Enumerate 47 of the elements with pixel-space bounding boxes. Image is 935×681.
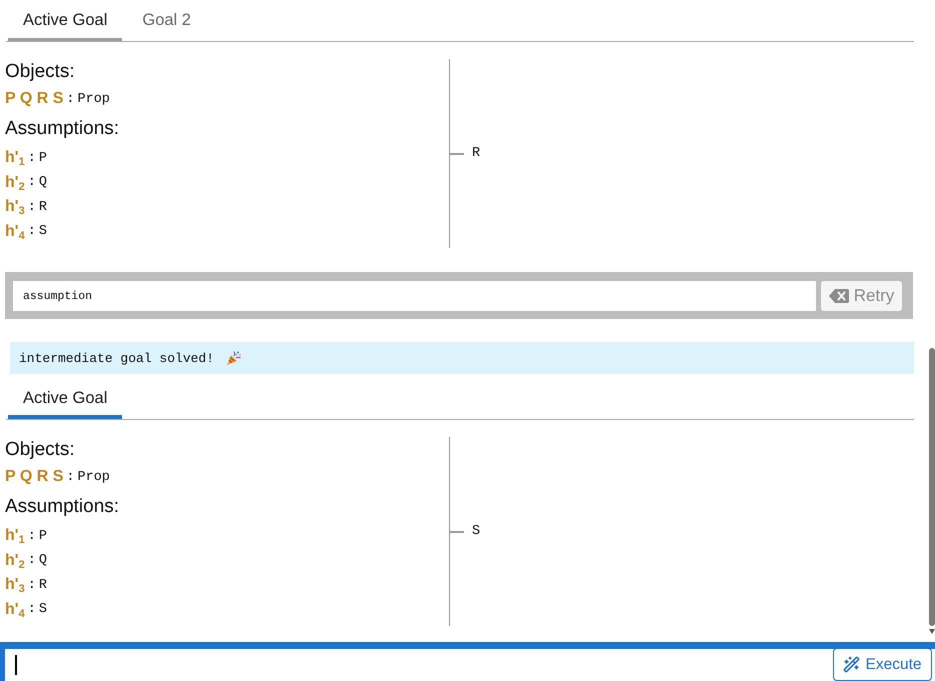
hypothesis-type: Q (38, 175, 47, 190)
hypothesis-type: Q (38, 553, 47, 568)
type-separator: : (66, 470, 74, 484)
objects-heading: Objects: (5, 60, 76, 84)
hypothesis-type: R (38, 578, 47, 593)
goal-tab[interactable]: Active Goal (8, 378, 122, 419)
hypothesis-name: h'$_{1}$ (5, 527, 25, 546)
hypothesis-name: h'$_{1}$ (5, 149, 25, 168)
backspace-icon (828, 289, 849, 303)
hypothesis-type: R (38, 200, 47, 215)
hypothesis-type: S (38, 224, 47, 240)
object-type: Prop (78, 470, 110, 484)
type-separator: : (28, 553, 36, 568)
hypothesis-name: h'$_{2}$ (5, 174, 25, 192)
magic-wand-icon (843, 656, 860, 673)
hypothesis-type: P (38, 150, 47, 166)
scrollbar-thumb[interactable] (929, 348, 935, 626)
type-separator: : (28, 175, 36, 190)
command-field[interactable]: assumption (13, 281, 816, 311)
objects-heading: Objects: (5, 438, 76, 462)
goal-tab[interactable]: Active Goal (8, 0, 122, 41)
hypothesis-type: S (38, 602, 47, 618)
hypothesis-name: h'$_{3}$ (5, 198, 25, 216)
assumptions-heading: Assumptions: (5, 495, 120, 519)
type-separator: : (28, 602, 36, 618)
type-separator: : (66, 92, 74, 106)
object-names: P Q R S (5, 90, 64, 108)
type-separator: : (28, 528, 36, 544)
party-popper-icon (226, 350, 242, 366)
assumptions-heading: Assumptions: (5, 117, 120, 141)
type-separator: : (28, 150, 36, 166)
execute-button[interactable]: Execute (833, 648, 932, 681)
hypothesis-type: P (38, 528, 47, 544)
message-text: intermediate goal solved! (19, 350, 214, 366)
hypothesis-name: h'$_{3}$ (5, 576, 25, 594)
scroll-down-arrow-icon[interactable] (929, 629, 935, 634)
type-separator: : (28, 578, 36, 593)
type-separator: : (28, 224, 36, 240)
hypothesis-name: h'$_{2}$ (5, 552, 25, 570)
type-separator: : (28, 200, 36, 215)
goal-tab[interactable]: Goal 2 (127, 0, 206, 41)
object-type: Prop (78, 92, 110, 106)
object-names: P Q R S (5, 468, 64, 486)
hypothesis-name: h'$_{4}$ (5, 222, 25, 241)
goal-target: S (472, 524, 480, 539)
hypothesis-name: h'$_{4}$ (5, 600, 25, 619)
goal-target: R (472, 146, 480, 161)
